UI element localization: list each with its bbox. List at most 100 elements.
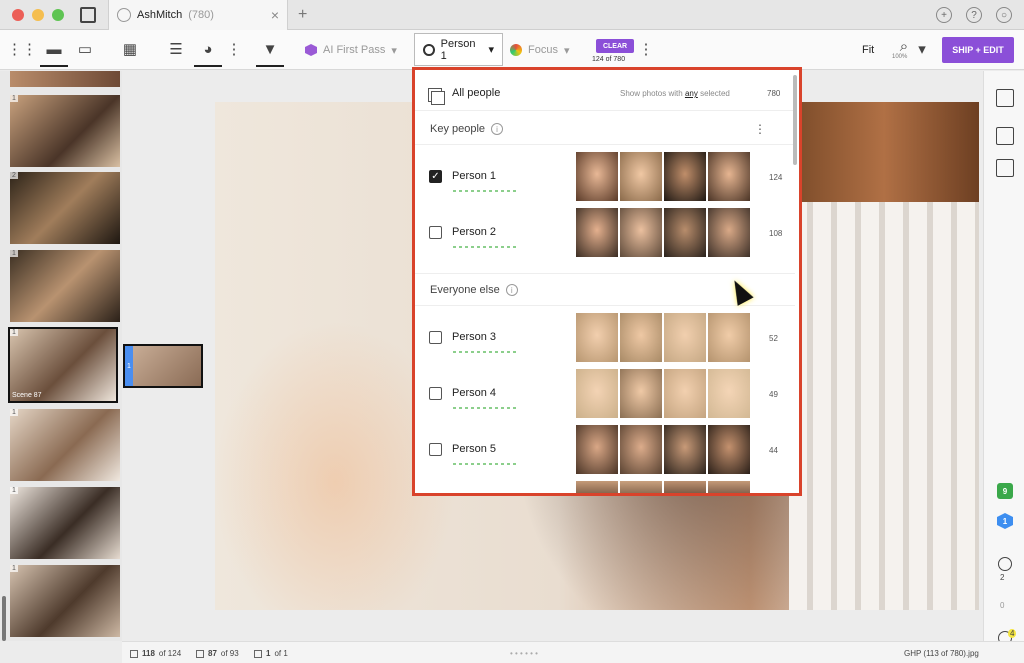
- filmstrip-thumb[interactable]: 1: [10, 565, 120, 637]
- person-5-name[interactable]: Person 5: [452, 443, 496, 455]
- person-2-faces[interactable]: [576, 208, 750, 257]
- face-thumb[interactable]: [664, 481, 706, 493]
- person-1-faces[interactable]: [576, 152, 750, 201]
- pager-dots[interactable]: • • • • • •: [510, 649, 538, 658]
- person-2-checkbox[interactable]: [429, 226, 442, 239]
- face-thumb[interactable]: [576, 208, 618, 257]
- list-view-icon[interactable]: ☰: [166, 39, 186, 59]
- thumb-badge: 1: [10, 329, 18, 336]
- scenes-view-icon[interactable]: ▦: [120, 39, 140, 59]
- filmstrip-thumb[interactable]: 1: [10, 95, 120, 167]
- face-thumb[interactable]: [664, 425, 706, 474]
- filmstrip[interactable]: 1 2 1 1 Scene 87 1 1 1: [0, 71, 122, 641]
- face-thumb[interactable]: [708, 369, 750, 418]
- person-3-faces[interactable]: [576, 313, 750, 362]
- face-thumb[interactable]: [576, 369, 618, 418]
- face-thumb[interactable]: [664, 208, 706, 257]
- chevron-down-icon[interactable]: ▾: [912, 39, 932, 59]
- face-thumb[interactable]: [620, 425, 662, 474]
- face-thumb[interactable]: [664, 152, 706, 201]
- info-panel-icon[interactable]: [996, 89, 1014, 107]
- close-window-button[interactable]: [12, 8, 24, 21]
- tab-ashmitch[interactable]: AshMitch (780) ×: [108, 0, 288, 30]
- account-icon[interactable]: ○: [996, 7, 1012, 23]
- panel-scrollbar[interactable]: [793, 75, 797, 165]
- face-thumb[interactable]: [576, 152, 618, 201]
- filmstrip-thumb[interactable]: [10, 71, 120, 87]
- face-thumb[interactable]: [620, 313, 662, 362]
- divider: [415, 273, 795, 274]
- person-6-faces-partial[interactable]: [576, 481, 750, 493]
- culling-icon[interactable]: ◕: [194, 39, 222, 67]
- filmstrip-thumb[interactable]: 1: [10, 409, 120, 481]
- filmstrip-thumb[interactable]: 1: [10, 250, 120, 322]
- ai-first-pass-button[interactable]: AI First Pass ▾: [305, 38, 397, 62]
- scene-peek-thumb[interactable]: 1: [123, 344, 203, 388]
- face-thumb[interactable]: [708, 313, 750, 362]
- thumb-badge: 2: [10, 172, 18, 179]
- fit-button[interactable]: Fit: [862, 44, 874, 56]
- face-thumb[interactable]: [576, 313, 618, 362]
- face-thumb[interactable]: [708, 481, 750, 493]
- minimize-window-button[interactable]: [32, 8, 44, 21]
- close-tab-icon[interactable]: ×: [271, 7, 279, 23]
- person-1-timeline: [453, 190, 518, 192]
- loupe-view-icon[interactable]: ▬: [40, 39, 68, 67]
- image-edit-icon[interactable]: [996, 159, 1014, 177]
- any-toggle[interactable]: any: [685, 89, 698, 98]
- person-2-name[interactable]: Person 2: [452, 226, 496, 238]
- person-3-checkbox[interactable]: [429, 331, 442, 344]
- filmstrip-thumb[interactable]: 1: [10, 487, 120, 559]
- filmstrip-thumb[interactable]: 2: [10, 172, 120, 244]
- all-people-checkbox[interactable]: [428, 88, 445, 105]
- filmstrip-scroll-handle[interactable]: [2, 596, 6, 641]
- new-tab-button[interactable]: +: [298, 6, 307, 24]
- filter-more-icon[interactable]: ⋮: [636, 39, 656, 59]
- face-thumb[interactable]: [620, 369, 662, 418]
- info-icon[interactable]: i: [491, 123, 504, 135]
- crop-icon[interactable]: [996, 127, 1014, 145]
- help-icon[interactable]: ?: [966, 7, 982, 23]
- face-thumb[interactable]: [708, 208, 750, 257]
- face-thumb[interactable]: [576, 425, 618, 474]
- all-people-label[interactable]: All people: [452, 87, 500, 99]
- grid-view-icon[interactable]: ⋮⋮: [7, 39, 37, 59]
- flag-count: 0: [1000, 601, 1005, 610]
- face-thumb[interactable]: [708, 152, 750, 201]
- add-icon[interactable]: +: [936, 7, 952, 23]
- focus-filter-dropdown[interactable]: Focus ▾: [510, 38, 570, 62]
- everyone-else-label: Everyone else: [430, 284, 500, 296]
- person-3-name[interactable]: Person 3: [452, 331, 496, 343]
- green-badge[interactable]: 9: [997, 483, 1013, 499]
- people-icon[interactable]: [998, 557, 1012, 571]
- face-thumb[interactable]: [664, 369, 706, 418]
- filter-icon[interactable]: ▼: [256, 39, 284, 67]
- person-5-checkbox[interactable]: [429, 443, 442, 456]
- face-thumb[interactable]: [664, 313, 706, 362]
- blue-hex-badge[interactable]: 1: [997, 513, 1013, 529]
- face-thumb[interactable]: [708, 425, 750, 474]
- person-4-name[interactable]: Person 4: [452, 387, 496, 399]
- face-thumb[interactable]: [620, 481, 662, 493]
- more-options-icon[interactable]: ⋮: [224, 39, 244, 59]
- person-4-faces[interactable]: [576, 369, 750, 418]
- person-1-checkbox[interactable]: ✓: [429, 170, 442, 183]
- person-4-checkbox[interactable]: [429, 387, 442, 400]
- filmstrip-thumb-selected[interactable]: 1 Scene 87: [8, 327, 118, 403]
- face-thumb[interactable]: [620, 152, 662, 201]
- maximize-window-button[interactable]: [52, 8, 64, 21]
- person-5-faces[interactable]: [576, 425, 750, 474]
- person-1-name[interactable]: Person 1: [452, 170, 496, 182]
- page-number: 1: [266, 649, 271, 658]
- face-thumb[interactable]: [620, 208, 662, 257]
- person-filter-dropdown[interactable]: Person 1 ▾: [414, 33, 503, 66]
- compare-view-icon[interactable]: ▭: [75, 39, 95, 59]
- info-icon[interactable]: i: [505, 284, 518, 296]
- zoom-icon[interactable]: ⌕: [894, 36, 914, 56]
- clear-filter-button[interactable]: CLEAR: [596, 39, 634, 53]
- key-people-menu-icon[interactable]: ⋮: [754, 122, 766, 136]
- thumb-badge: 1: [10, 565, 18, 572]
- ship-edit-button[interactable]: SHIP + EDIT: [942, 37, 1014, 63]
- face-thumb[interactable]: [576, 481, 618, 493]
- all-people-count: 780: [767, 89, 781, 98]
